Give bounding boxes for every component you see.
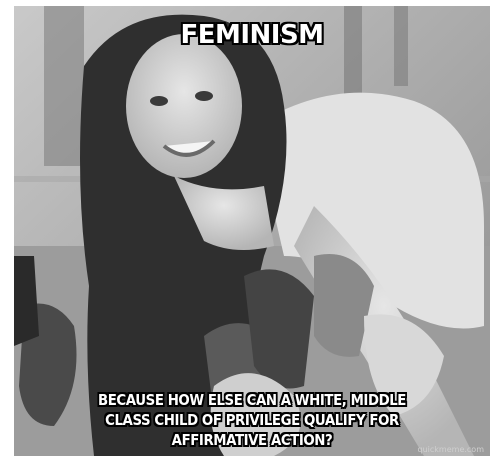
- watermark-text: quickmeme.com: [417, 445, 484, 454]
- meme-bottom-caption: BECAUSE HOW ELSE CAN A WHITE, MIDDLE CLA…: [98, 391, 406, 449]
- meme-frame: FEMINISM BECAUSE HOW ELSE CAN A WHITE, M…: [0, 0, 504, 466]
- photo-illustration: [14, 6, 490, 456]
- meme-top-caption: FEMINISM: [180, 20, 324, 50]
- meme-photo: FEMINISM BECAUSE HOW ELSE CAN A WHITE, M…: [14, 6, 490, 456]
